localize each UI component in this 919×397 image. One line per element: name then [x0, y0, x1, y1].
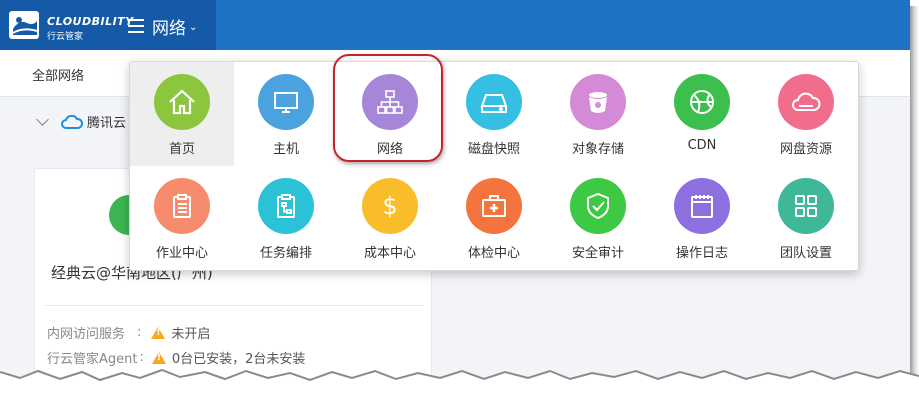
shield-check-icon [570, 178, 626, 234]
hamburger-icon [128, 19, 144, 33]
medical-kit-icon [466, 178, 522, 234]
brand-name: CLOUDBILITY [47, 15, 134, 28]
menu-item-label: 任务编排 [259, 246, 312, 261]
menu-item-task-orchestration[interactable]: 任务编排 [234, 166, 338, 270]
menu-item-operation-log[interactable]: 操作日志 [650, 166, 754, 270]
row-label: 内网访问服务 [47, 327, 126, 342]
chevron-down-icon: ⌄ [189, 21, 198, 33]
page-shadow [910, 6, 919, 376]
brand-subtitle: 行云管家 [47, 32, 84, 42]
menu-item-disk-snapshot[interactable]: 磁盘快照 [442, 62, 546, 166]
warning-icon [151, 351, 166, 364]
calendar-log-icon [674, 178, 730, 234]
flow-clipboard-icon [258, 178, 314, 234]
warning-icon [151, 326, 166, 339]
home-icon [154, 74, 210, 130]
menu-item-label: 网盘资源 [779, 142, 832, 157]
menu-item-job-center[interactable]: 作业中心 [130, 166, 234, 270]
top-navbar: CLOUDBILITY 行云管家 网络 ⌄ [0, 0, 910, 50]
intranet-service-row: 内网访问服务 : 未开启 [47, 323, 210, 342]
app-window: CLOUDBILITY 行云管家 网络 ⌄ 全部网络 腾讯云 经典云@华南地区(… [0, 0, 910, 397]
menu-item-team-settings[interactable]: 团队设置 [754, 166, 858, 270]
chevron-down-icon[interactable] [36, 113, 49, 126]
menu-item-label: 网络 [376, 142, 403, 157]
menu-item-label: 首页 [168, 142, 195, 157]
globe-icon [674, 74, 730, 130]
grid-settings-icon [778, 178, 834, 234]
menu-item-health-check[interactable]: 体检中心 [442, 166, 546, 270]
menu-item-cdn[interactable]: CDN [650, 62, 754, 166]
row-value: 0台已安装，2台未安装 [171, 352, 306, 367]
menu-item-label: 主机 [272, 142, 299, 157]
menu-item-label: 体检中心 [467, 246, 520, 261]
menu-item-label: CDN [687, 138, 717, 153]
row-label: 行云管家Agent [47, 352, 138, 367]
current-module-title: 网络 [152, 18, 186, 39]
row-separator: : [139, 350, 144, 365]
cloud-icon [778, 74, 834, 130]
svg-text:$: $ [382, 192, 397, 220]
monitor-icon [258, 74, 314, 130]
divider [45, 305, 423, 306]
menu-item-home[interactable]: 首页 [130, 62, 234, 166]
network-icon [362, 74, 418, 130]
bucket-icon [570, 74, 626, 130]
menu-item-security-audit[interactable]: 安全审计 [546, 166, 650, 270]
tab-all-networks[interactable]: 全部网络 [32, 65, 84, 84]
torn-edge [0, 368, 919, 397]
menu-item-label: 操作日志 [675, 246, 728, 261]
menu-item-netdisk[interactable]: 网盘资源 [754, 62, 858, 166]
disk-icon [466, 74, 522, 130]
menu-item-network[interactable]: 网络 [338, 62, 442, 166]
menu-item-host[interactable]: 主机 [234, 62, 338, 166]
logo-mark-icon [9, 11, 39, 39]
dollar-icon: $ [362, 178, 418, 234]
agent-row: 行云管家Agent : 0台已安装，2台未安装 [47, 348, 305, 367]
clipboard-icon [154, 178, 210, 234]
menu-item-label: 磁盘快照 [467, 142, 520, 157]
menu-item-label: 成本中心 [363, 246, 416, 261]
row-separator: : [137, 325, 142, 340]
menu-item-label: 对象存储 [571, 142, 624, 157]
menu-item-object-storage[interactable]: 对象存储 [546, 62, 650, 166]
menu-item-cost-center[interactable]: $ 成本中心 [338, 166, 442, 270]
tencent-cloud-icon [61, 114, 83, 129]
row-value: 未开启 [171, 327, 211, 342]
module-menu-dropdown: 首页 主机 网络 磁盘快照 对象存储 CDN 网盘资源 作业中心 任务编排 $ … [129, 54, 859, 271]
module-menu-button[interactable]: 网络 ⌄ [128, 14, 198, 39]
menu-item-label: 安全审计 [571, 246, 624, 261]
menu-item-label: 团队设置 [779, 246, 832, 261]
provider-name: 腾讯云 [87, 116, 127, 131]
menu-item-label: 作业中心 [155, 246, 208, 261]
provider-group-header[interactable]: 腾讯云 [36, 112, 127, 131]
